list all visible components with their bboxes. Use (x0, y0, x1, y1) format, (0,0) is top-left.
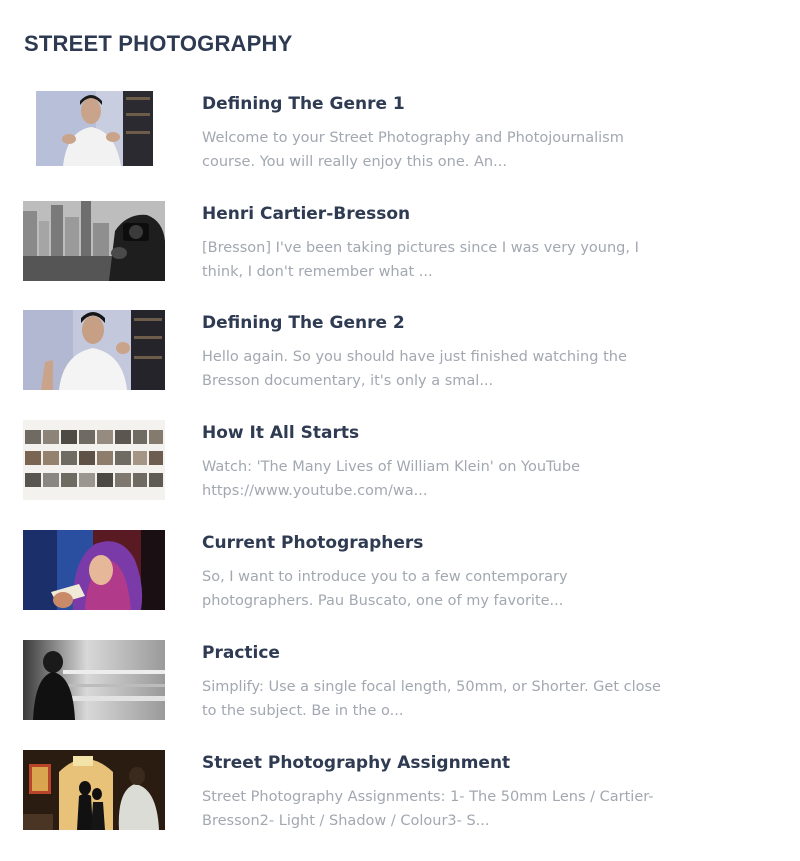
lesson-thumbnail[interactable] (23, 750, 165, 830)
lesson-thumbnail[interactable] (23, 201, 165, 281)
contact-sheet-image (23, 420, 165, 500)
lesson-thumbnail[interactable] (23, 310, 165, 390)
lesson-item-practice[interactable]: Practice Simplify: Use a single focal le… (23, 640, 703, 724)
lesson-thumbnail[interactable] (23, 640, 165, 720)
lesson-description: Welcome to your Street Photography and P… (202, 130, 624, 170)
lesson-thumbnail[interactable] (23, 91, 165, 171)
photographer-city-image (23, 201, 165, 281)
lesson-description: Watch: 'The Many Lives of William Klein'… (202, 459, 580, 499)
lesson-item-defining-the-genre-2[interactable]: Defining The Genre 2 Hello again. So you… (23, 310, 703, 394)
lesson-title[interactable]: How It All Starts (202, 423, 359, 443)
lesson-thumbnail[interactable] (23, 420, 165, 500)
lesson-description: [Bresson] I've been taking pictures sinc… (202, 240, 639, 280)
lesson-thumbnail[interactable] (23, 530, 165, 610)
motion-blur-figure-image (23, 640, 165, 720)
instructor-talking-image (23, 91, 165, 171)
silhouette-street-image (23, 750, 165, 830)
page: STREET PHOTOGRAPHY Defining The Genre 1 … (0, 0, 800, 861)
lesson-item-street-photography-assignment[interactable]: Street Photography Assignment Street Pho… (23, 750, 703, 834)
lesson-title[interactable]: Current Photographers (202, 533, 423, 553)
lesson-title[interactable]: Defining The Genre 2 (202, 313, 405, 333)
lesson-title[interactable]: Practice (202, 643, 280, 663)
colorful-street-image (23, 530, 165, 610)
section-title: STREET PHOTOGRAPHY (24, 31, 293, 56)
lesson-item-defining-the-genre-1[interactable]: Defining The Genre 1 Welcome to your Str… (23, 91, 703, 175)
lesson-description: So, I want to introduce you to a few con… (202, 569, 568, 609)
lesson-title[interactable]: Street Photography Assignment (202, 753, 510, 773)
lesson-title[interactable]: Henri Cartier-Bresson (202, 204, 410, 224)
lesson-item-current-photographers[interactable]: Current Photographers So, I want to intr… (23, 530, 703, 614)
lesson-item-how-it-all-starts[interactable]: How It All Starts Watch: 'The Many Lives… (23, 420, 703, 504)
lesson-title[interactable]: Defining The Genre 1 (202, 94, 405, 114)
lesson-description: Simplify: Use a single focal length, 50m… (202, 679, 661, 719)
instructor-talking-image (23, 310, 165, 390)
lesson-description: Hello again. So you should have just fin… (202, 349, 627, 389)
lesson-item-henri-cartier-bresson[interactable]: Henri Cartier-Bresson [Bresson] I've bee… (23, 201, 703, 285)
lesson-description: Street Photography Assignments: 1- The 5… (202, 789, 654, 829)
